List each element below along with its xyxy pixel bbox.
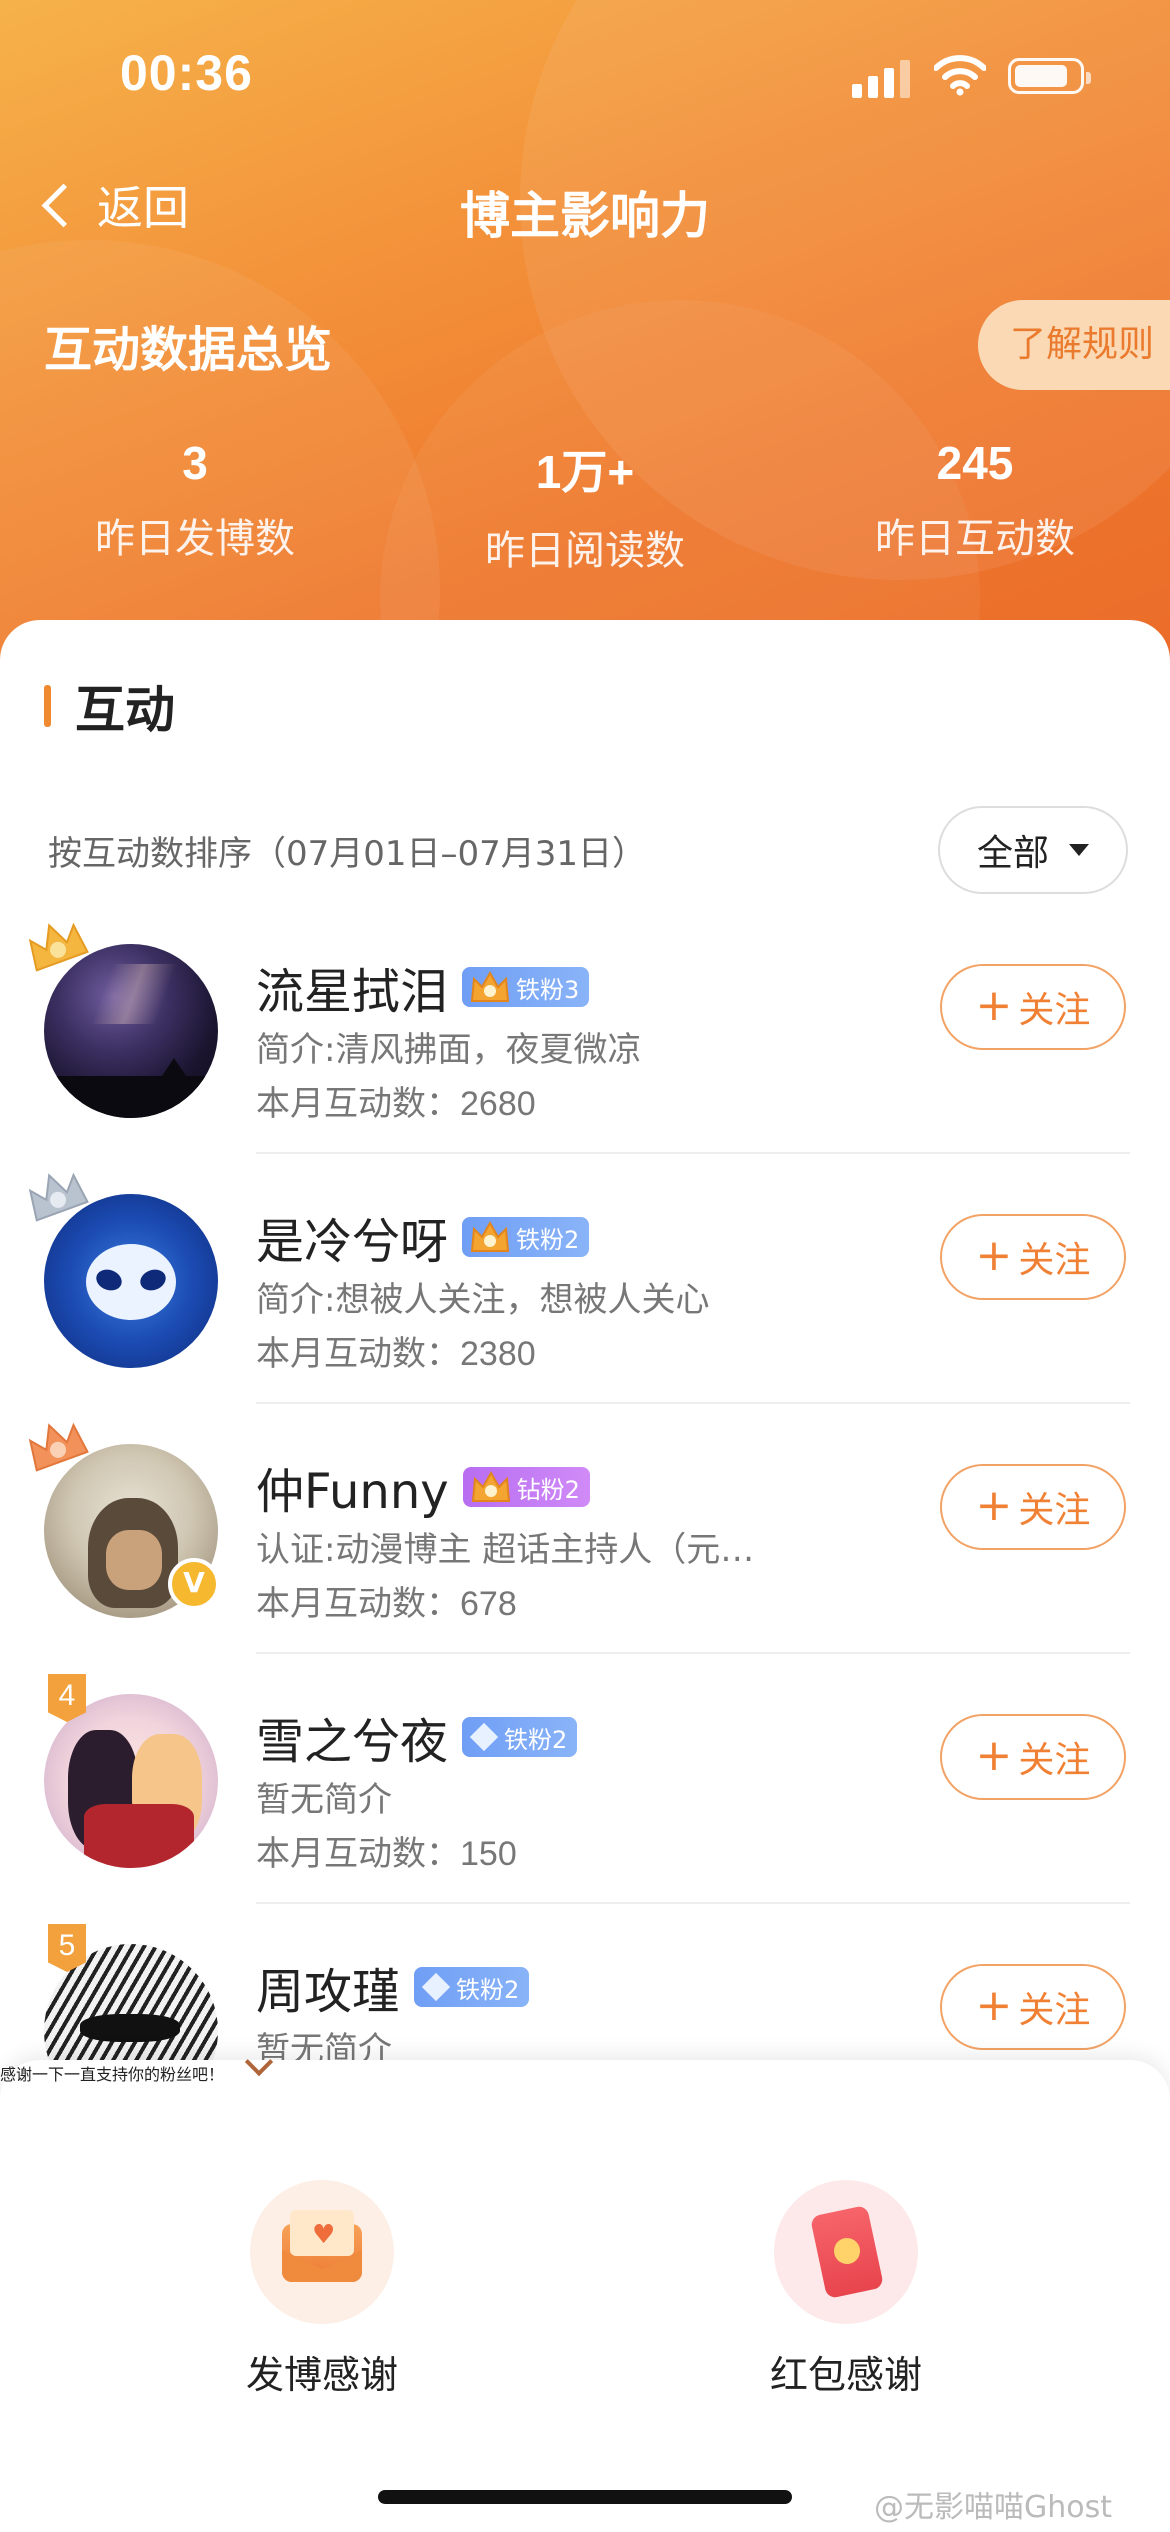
fan-name[interactable]: 仲Funny 钻粉2 — [256, 1452, 590, 1522]
post-thanks-action[interactable]: ♥ 发博感谢 — [172, 2180, 472, 2399]
crown-badge-icon — [470, 970, 510, 1002]
badge-text: 铁粉3 — [516, 975, 580, 1004]
watermark: @无影喵喵Ghost — [874, 2490, 1113, 2525]
fan-name-text: 仲Funny — [256, 1464, 449, 1520]
fan-name-text: 是冷兮呀 — [256, 1214, 449, 1270]
count-value: 150 — [460, 1835, 517, 1873]
follow-label: 关注 — [1018, 1490, 1091, 1531]
plus-icon: + — [975, 1979, 1013, 2031]
crown-badge-icon — [471, 1470, 510, 1502]
follow-label: 关注 — [1018, 1240, 1091, 1281]
fan-name[interactable]: 流星拭泪 铁粉3 — [256, 952, 590, 1022]
section-accent-bar — [44, 685, 51, 727]
stat-value: 245 — [936, 437, 1014, 489]
fan-badge: 钻粉2 — [462, 1467, 590, 1507]
sort-description: 按互动数排序（07月01日–07月31日） — [48, 834, 647, 874]
fan-description: 认证:动漫博主 超话主持人（元… — [256, 1530, 755, 1570]
fan-badge: 铁粉2 — [462, 1217, 590, 1257]
rank-badge: 5 — [48, 1924, 86, 1972]
overview-title: 互动数据总览 — [44, 322, 333, 378]
follow-button[interactable]: + 关注 — [940, 1964, 1126, 2050]
badge-text: 铁粉2 — [504, 1725, 568, 1754]
red-packet-icon — [774, 2180, 918, 2324]
follow-label: 关注 — [1018, 1990, 1091, 2031]
fan-name-text: 周攻瑾 — [256, 1964, 401, 2020]
fan-name[interactable]: 雪之兮夜 铁粉2 — [256, 1702, 578, 1772]
action-label: 红包感谢 — [769, 2353, 922, 2397]
plus-icon: + — [975, 979, 1013, 1031]
plus-icon: + — [975, 1229, 1013, 1281]
fan-badge: 铁粉3 — [462, 967, 590, 1007]
page-title: 博主影响力 — [460, 187, 710, 245]
verified-badge-icon: V — [168, 1558, 220, 1610]
fan-badge: 铁粉2 — [462, 1717, 578, 1757]
envelope-heart-icon: ♥ — [250, 2180, 394, 2324]
fan-name[interactable]: 周攻瑾 铁粉2 — [256, 1952, 530, 2022]
stat-posts: 3 昨日发博数 — [0, 436, 390, 564]
stat-label: 昨日阅读数 — [485, 528, 685, 574]
stat-interactions: 245 昨日互动数 — [780, 436, 1170, 564]
plus-icon: + — [975, 1729, 1013, 1781]
stat-label: 昨日互动数 — [875, 516, 1075, 562]
fan-count: 本月互动数：2680 — [256, 1076, 536, 1125]
follow-label: 关注 — [1018, 990, 1091, 1031]
stat-label: 昨日发博数 — [95, 516, 295, 562]
fan-description: 简介:想被人关注，想被人关心 — [256, 1280, 710, 1320]
stat-value: 1万+ — [535, 446, 635, 498]
count-value: 678 — [460, 1585, 517, 1623]
crown-gold-icon — [28, 922, 89, 972]
signal-icon — [852, 60, 912, 98]
filter-label: 全部 — [976, 833, 1049, 874]
fan-count: 本月互动数：678 — [256, 1576, 517, 1625]
fan-description: 暂无简介 — [256, 1780, 392, 1820]
fan-description: 简介:清风拂面，夜夏微凉 — [256, 1030, 642, 1070]
count-label: 本月互动数： — [256, 1084, 460, 1124]
home-indicator[interactable] — [378, 2490, 792, 2504]
follow-button[interactable]: + 关注 — [940, 1714, 1126, 1800]
badge-text: 钻粉2 — [516, 1475, 580, 1504]
battery-icon — [1008, 58, 1091, 94]
badge-text: 铁粉2 — [516, 1225, 580, 1254]
fan-row[interactable]: 流星拭泪 铁粉3 简介:清风拂面，夜夏微凉 本月互动数：2680 + 关注 — [0, 904, 1170, 1154]
fan-row[interactable]: 4 雪之兮夜 铁粉2 暂无简介 本月互动数：150 + 关注 — [0, 1654, 1170, 1904]
filter-dropdown[interactable]: 全部 — [938, 806, 1128, 894]
red-packet-thanks-action[interactable]: 红包感谢 — [696, 2180, 996, 2399]
rank-badge: 4 — [48, 1674, 86, 1722]
status-time: 00:36 — [120, 45, 253, 101]
count-label: 本月互动数： — [256, 1584, 460, 1624]
section-title: 互动 — [44, 670, 175, 742]
wifi-icon — [934, 55, 986, 96]
thanks-text: 感谢一下一直支持你的粉丝吧！ — [0, 2065, 225, 2084]
diamond-icon — [469, 1722, 499, 1752]
fan-name[interactable]: 是冷兮呀 铁粉2 — [256, 1202, 590, 1272]
fan-badge: 铁粉2 — [414, 1967, 530, 2007]
fan-name-text: 雪之兮夜 — [256, 1714, 449, 1770]
count-label: 本月互动数： — [256, 1834, 460, 1874]
count-label: 本月互动数： — [256, 1334, 460, 1374]
badge-text: 铁粉2 — [456, 1975, 520, 2004]
count-value: 2680 — [460, 1085, 536, 1123]
follow-button[interactable]: + 关注 — [940, 1464, 1126, 1550]
diamond-icon — [421, 1972, 451, 2002]
fan-count: 本月互动数：2380 — [256, 1326, 536, 1375]
stat-value: 3 — [182, 437, 208, 489]
follow-label: 关注 — [1018, 1740, 1091, 1781]
follow-button[interactable]: + 关注 — [940, 964, 1126, 1050]
crown-silver-icon — [28, 1172, 89, 1222]
fan-row[interactable]: V 仲Funny 钻粉2 认证:动漫博主 超话主持人（元… 本月互动数：678 … — [0, 1404, 1170, 1654]
follow-button[interactable]: + 关注 — [940, 1214, 1126, 1300]
caret-down-icon — [1069, 844, 1089, 856]
fan-count: 本月互动数：150 — [256, 1826, 517, 1875]
action-label: 发博感谢 — [245, 2353, 398, 2397]
count-value: 2380 — [460, 1335, 536, 1373]
crown-bronze-icon — [28, 1422, 89, 1472]
rules-button[interactable]: 了解规则 — [978, 300, 1170, 390]
section-title-text: 互动 — [75, 681, 175, 739]
fan-name-text: 流星拭泪 — [256, 964, 449, 1020]
plus-icon: + — [975, 1479, 1013, 1531]
fan-row[interactable]: 是冷兮呀 铁粉2 简介:想被人关注，想被人关心 本月互动数：2380 + 关注 — [0, 1154, 1170, 1404]
stat-reads: 1万+ 昨日阅读数 — [390, 436, 780, 576]
thanks-toggle[interactable]: 感谢一下一直支持你的粉丝吧！ — [0, 2047, 1170, 2085]
crown-badge-icon — [470, 1220, 510, 1252]
